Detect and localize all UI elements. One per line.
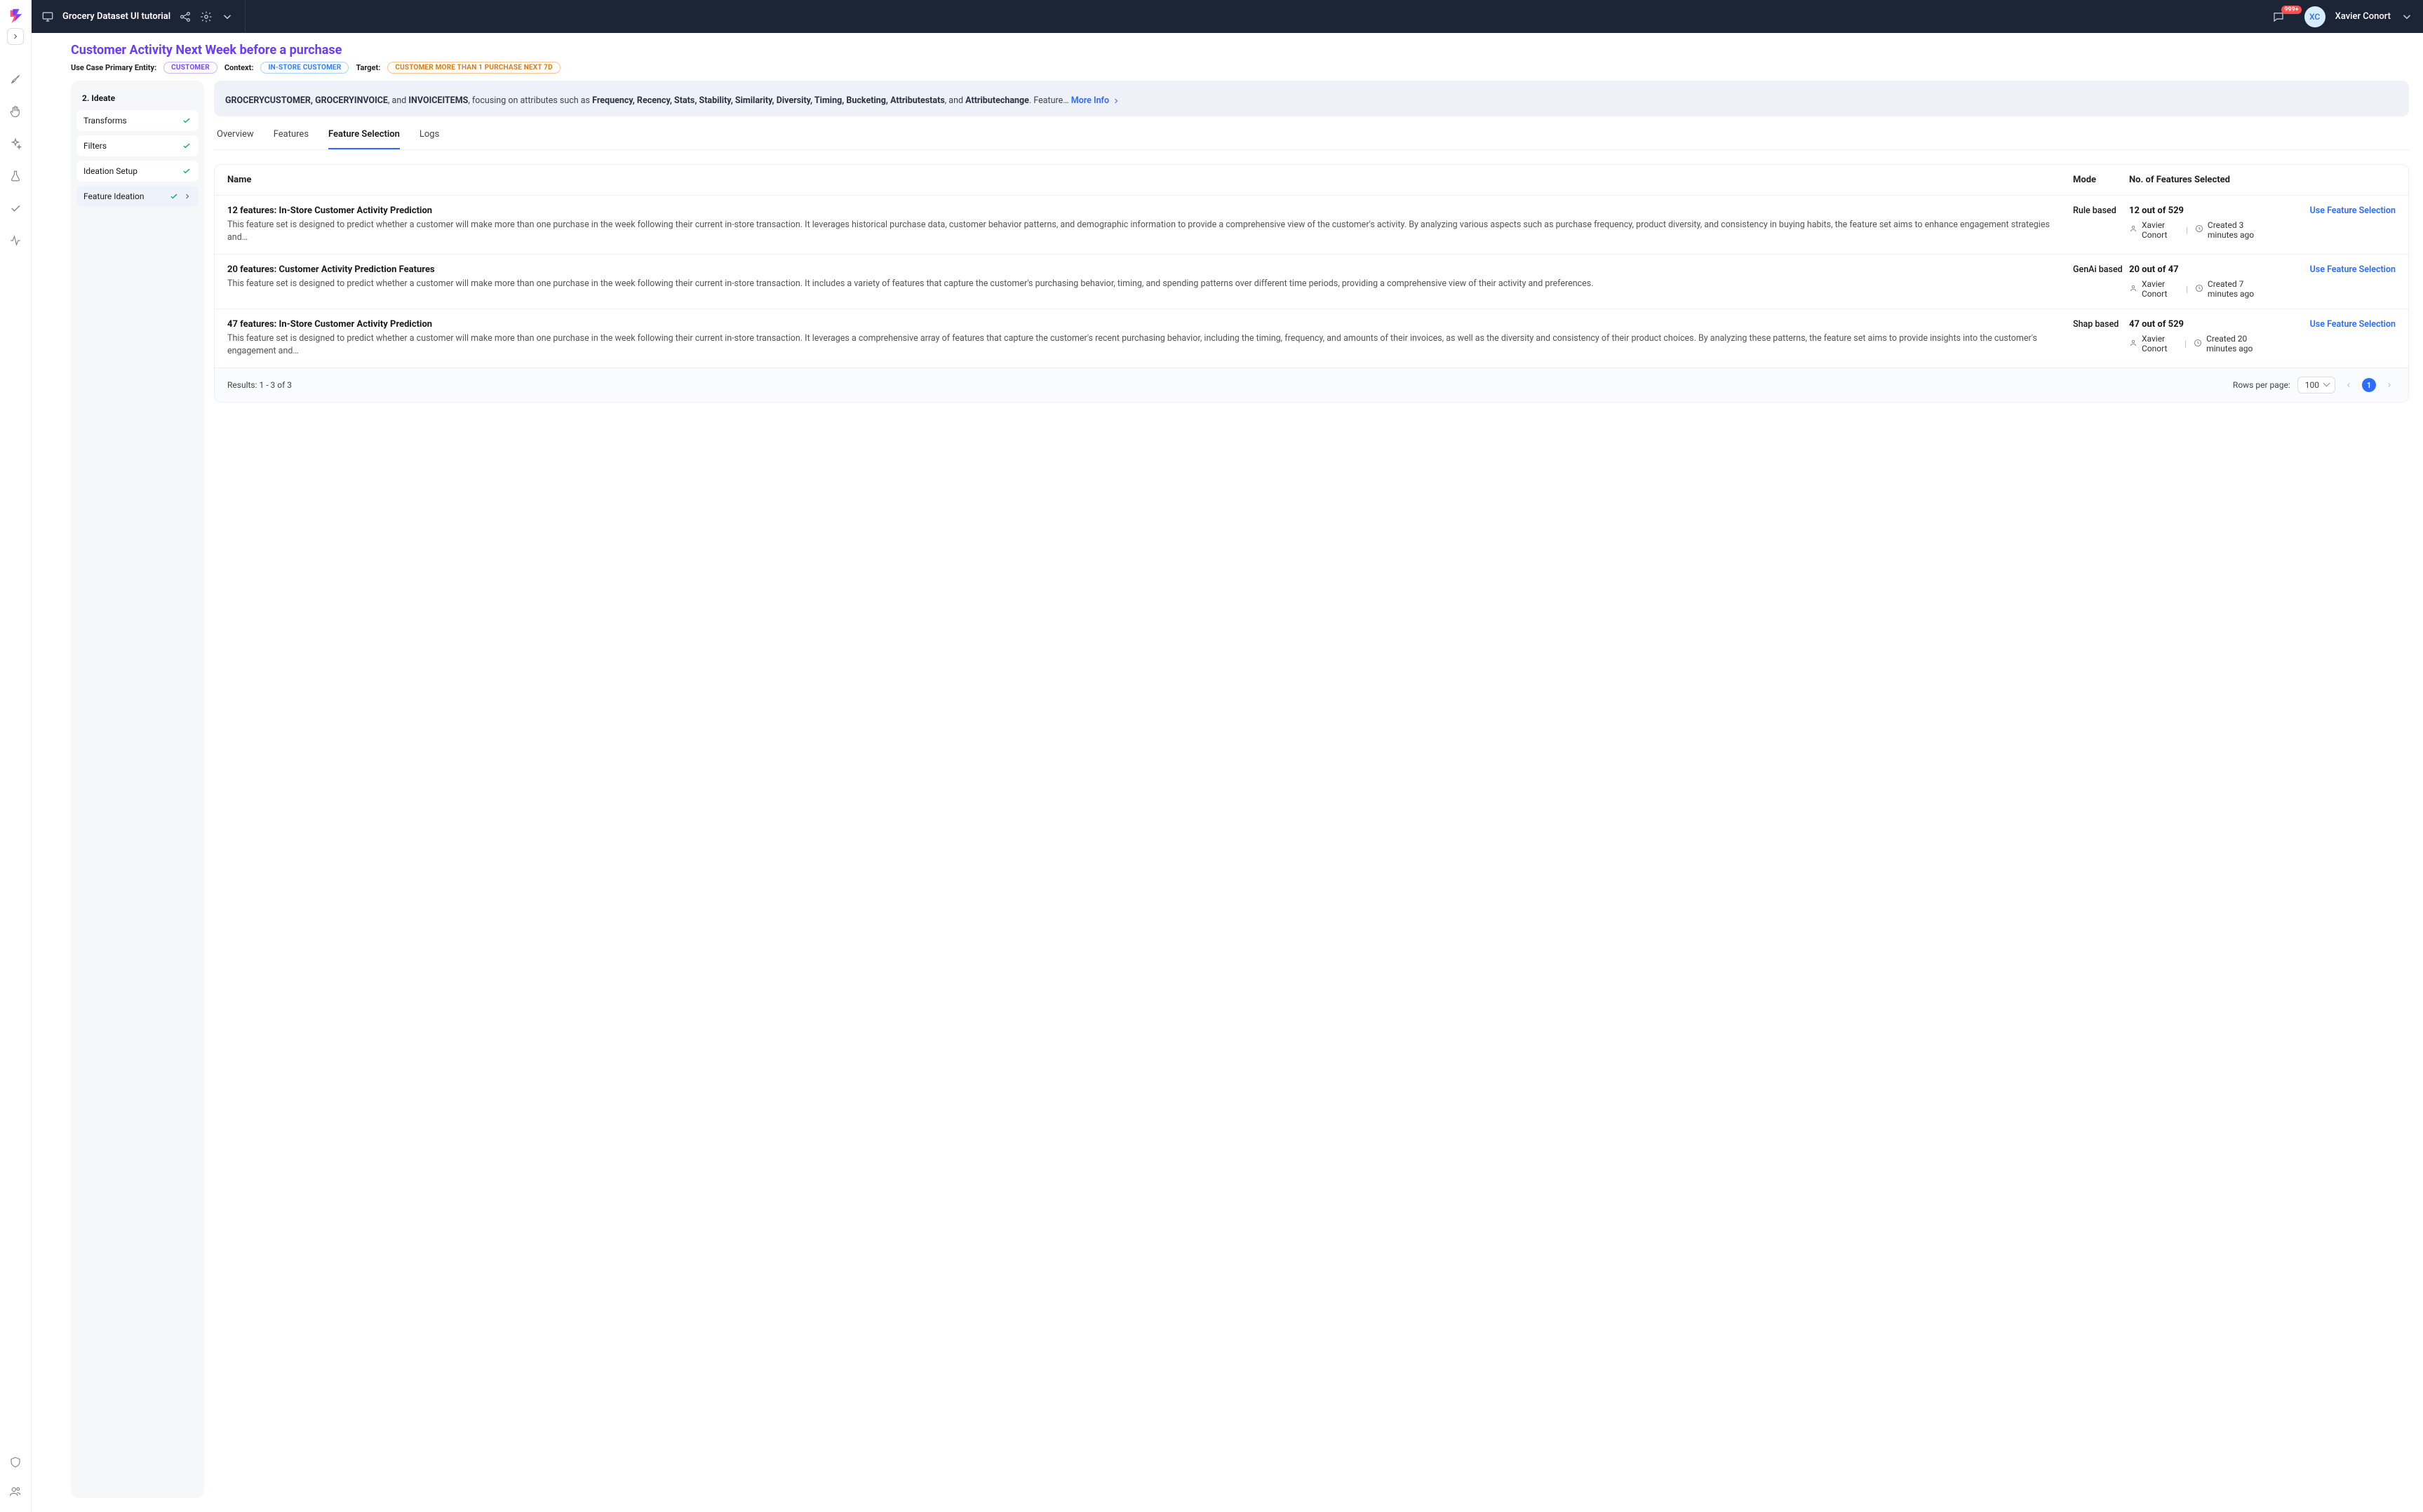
- column-header-selected: No. of Features Selected: [2129, 175, 2269, 185]
- clock-icon: [2195, 284, 2203, 295]
- sidebar-item-label: Feature Ideation: [83, 191, 144, 201]
- use-feature-selection-link[interactable]: Use Feature Selection: [2310, 319, 2396, 330]
- notification-count-badge: 999+: [2281, 6, 2301, 14]
- hand-icon[interactable]: [9, 105, 22, 118]
- table-row[interactable]: 12 features: In-Store Customer Activity …: [215, 196, 2408, 255]
- user-icon: [2129, 284, 2137, 295]
- table-row[interactable]: 47 features: In-Store Customer Activity …: [215, 309, 2408, 367]
- column-header-name: Name: [227, 175, 2073, 185]
- sidebar-item-label: Ideation Setup: [83, 166, 137, 176]
- target-label: Target:: [356, 63, 380, 72]
- primary-entity-pill: CUSTOMER: [163, 62, 217, 74]
- share-icon[interactable]: [179, 11, 192, 23]
- row-selected-count: 47 out of 529: [2129, 319, 2269, 330]
- tab-feature-selection[interactable]: Feature Selection: [328, 129, 400, 149]
- row-title: 20 features: Customer Activity Predictio…: [227, 264, 2059, 275]
- row-selected-count: 12 out of 529: [2129, 205, 2269, 216]
- row-description: This feature set is designed to predict …: [227, 332, 2059, 358]
- ideate-heading: 2. Ideate: [76, 89, 199, 110]
- row-created: Created 20 minutes ago: [2206, 334, 2269, 353]
- row-created: Created 3 minutes ago: [2208, 220, 2269, 240]
- row-title: 47 features: In-Store Customer Activity …: [227, 319, 2059, 330]
- more-info-link[interactable]: More Info: [1071, 95, 1120, 108]
- tab-overview[interactable]: Overview: [217, 129, 254, 149]
- rail-collapse-button[interactable]: [7, 28, 24, 45]
- rocket-icon[interactable]: [9, 73, 22, 86]
- context-label: Context:: [224, 63, 254, 72]
- sparkle-icon[interactable]: [9, 137, 22, 150]
- row-description: This feature set is designed to predict …: [227, 219, 2059, 244]
- info-banner: GROCERYCUSTOMER, GROCERYINVOICE, and INV…: [214, 81, 2409, 116]
- pager-prev-button[interactable]: [2342, 379, 2355, 391]
- context-pill: IN-STORE CUSTOMER: [260, 62, 349, 74]
- primary-entity-label: Use Case Primary Entity:: [71, 63, 156, 72]
- row-mode: Shap based: [2073, 319, 2129, 330]
- user-icon: [2129, 339, 2137, 349]
- page-title: Customer Activity Next Week before a pur…: [71, 43, 2409, 58]
- check-icon[interactable]: [9, 202, 22, 215]
- top-bar: Grocery Dataset UI tutorial 999+ XC Xavi…: [32, 0, 2423, 33]
- sidebar-item-label: Filters: [83, 141, 107, 151]
- clock-icon: [2195, 224, 2203, 235]
- entity-tags-row: Use Case Primary Entity: CUSTOMER Contex…: [71, 62, 2409, 74]
- gear-icon[interactable]: [200, 11, 213, 23]
- project-name[interactable]: Grocery Dataset UI tutorial: [62, 11, 170, 22]
- feature-selection-table: Name Mode No. of Features Selected 12 fe…: [214, 164, 2409, 403]
- user-menu-chevron-icon[interactable]: [2401, 11, 2413, 23]
- user-icon: [2129, 224, 2137, 235]
- row-mode: GenAi based: [2073, 264, 2129, 275]
- pager-current-page: 1: [2362, 378, 2376, 392]
- avatar[interactable]: XC: [2304, 6, 2325, 27]
- row-author: Xavier Conort: [2142, 220, 2179, 240]
- sidebar-item-transforms[interactable]: Transforms: [76, 110, 199, 131]
- sidebar-item-filters[interactable]: Filters: [76, 135, 199, 156]
- tab-logs[interactable]: Logs: [420, 129, 439, 149]
- column-header-mode: Mode: [2073, 175, 2129, 185]
- results-count: Results: 1 - 3 of 3: [227, 380, 292, 390]
- sidebar-item-ideation-setup[interactable]: Ideation Setup: [76, 161, 199, 182]
- use-feature-selection-link[interactable]: Use Feature Selection: [2310, 264, 2396, 275]
- tab-features[interactable]: Features: [274, 129, 309, 149]
- user-name[interactable]: Xavier Conort: [2335, 11, 2391, 22]
- row-created: Created 7 minutes ago: [2208, 279, 2269, 299]
- target-pill: CUSTOMER MORE THAN 1 PURCHASE NEXT 7D: [387, 62, 560, 74]
- row-author: Xavier Conort: [2142, 279, 2179, 299]
- row-title: 12 features: In-Store Customer Activity …: [227, 205, 2059, 216]
- sidebar-item-label: Transforms: [83, 116, 127, 126]
- pager-next-button[interactable]: [2383, 379, 2396, 391]
- left-rail: [0, 0, 32, 1512]
- rows-per-page-label: Rows per page:: [2233, 380, 2290, 390]
- flask-icon[interactable]: [9, 170, 22, 182]
- row-author: Xavier Conort: [2142, 334, 2177, 353]
- ideate-side-panel: 2. Ideate Transforms Filters Ideation Setu…: [71, 81, 204, 1498]
- users-icon[interactable]: [9, 1485, 22, 1498]
- activity-icon[interactable]: [9, 234, 22, 247]
- rows-per-page-select[interactable]: 100: [2297, 377, 2335, 393]
- use-feature-selection-link[interactable]: Use Feature Selection: [2310, 205, 2396, 216]
- row-selected-count: 20 out of 47: [2129, 264, 2269, 275]
- clock-icon: [2194, 339, 2202, 349]
- sidebar-item-feature-ideation[interactable]: Feature Ideation: [76, 186, 199, 207]
- row-description: This feature set is designed to predict …: [227, 278, 2059, 290]
- app-logo[interactable]: [6, 6, 25, 25]
- table-row[interactable]: 20 features: Customer Activity Predictio…: [215, 255, 2408, 309]
- tabs: Overview Features Feature Selection Logs: [214, 116, 2409, 150]
- chevron-down-icon[interactable]: [221, 11, 234, 23]
- row-mode: Rule based: [2073, 205, 2129, 216]
- shield-icon[interactable]: [9, 1456, 22, 1469]
- monitor-icon[interactable]: [41, 11, 54, 23]
